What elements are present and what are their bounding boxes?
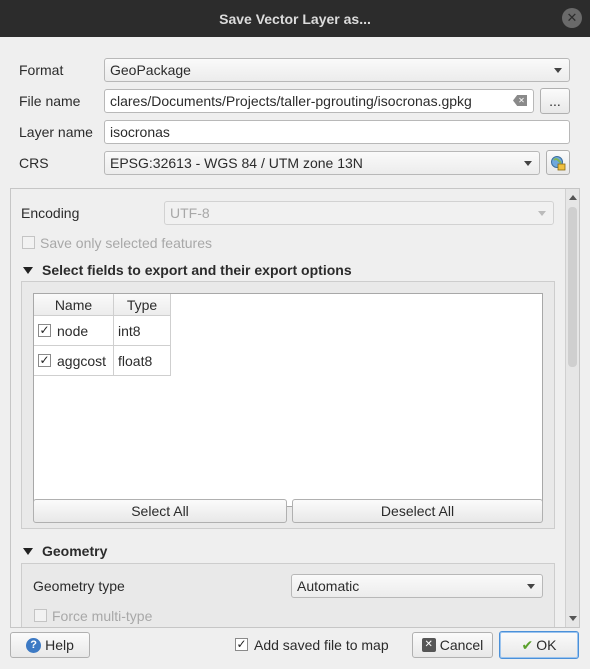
vertical-scrollbar[interactable]: [565, 189, 579, 627]
filename-label: File name: [19, 93, 81, 109]
deselect-all-button[interactable]: Deselect All: [292, 499, 543, 523]
force-multi-checkbox[interactable]: [34, 609, 47, 622]
help-icon: ?: [26, 637, 42, 653]
globe-icon: [551, 155, 566, 170]
geometry-section-title: Geometry: [42, 543, 108, 559]
scroll-down-icon[interactable]: [569, 616, 577, 621]
field-type: float8: [114, 346, 171, 376]
ok-label: OK: [536, 637, 557, 653]
select-all-button[interactable]: Select All: [33, 499, 287, 523]
filename-input[interactable]: clares/Documents/Projects/taller-pgrouti…: [104, 89, 534, 113]
ok-button[interactable]: ✔ OK: [499, 631, 579, 659]
close-icon[interactable]: ✕: [562, 8, 582, 28]
field-type: int8: [114, 316, 171, 346]
collapse-icon[interactable]: [23, 548, 33, 555]
fields-table[interactable]: Name Type ✓ node int8 ✓ aggcost float8: [33, 293, 543, 507]
field-checkbox-aggcost[interactable]: ✓: [38, 354, 51, 367]
cancel-button[interactable]: ✕ Cancel: [412, 632, 493, 658]
layername-label: Layer name: [19, 124, 93, 140]
save-selected-label: Save only selected features: [40, 235, 212, 251]
collapse-icon[interactable]: [23, 267, 33, 274]
cancel-label: Cancel: [439, 637, 484, 653]
layername-value: isocronas: [110, 124, 170, 140]
column-header-name[interactable]: Name: [34, 294, 114, 316]
window-title: Save Vector Layer as...: [219, 10, 371, 27]
format-select[interactable]: GeoPackage: [104, 58, 570, 82]
force-multi-label: Force multi-type: [52, 608, 153, 624]
table-row[interactable]: ✓ aggcost: [34, 346, 114, 376]
select-all-label: Select All: [131, 503, 189, 519]
crs-value: EPSG:32613 - WGS 84 / UTM zone 13N: [110, 155, 363, 171]
field-name: aggcost: [57, 353, 107, 369]
geometry-type-value: Automatic: [297, 578, 360, 594]
help-button[interactable]: ? Help: [10, 632, 90, 658]
column-header-type[interactable]: Type: [114, 294, 171, 316]
title-bar: Save Vector Layer as... ✕: [0, 0, 590, 37]
field-name: node: [57, 323, 89, 339]
add-saved-label: Add saved file to map: [254, 637, 389, 653]
fields-section-title: Select fields to export and their export…: [42, 262, 352, 278]
format-value: GeoPackage: [110, 62, 191, 78]
crs-label: CRS: [19, 155, 49, 171]
geometry-type-select[interactable]: Automatic: [291, 574, 543, 598]
help-label: Help: [45, 637, 74, 653]
encoding-label: Encoding: [21, 205, 80, 221]
field-checkbox-node[interactable]: ✓: [38, 324, 51, 337]
add-saved-checkbox[interactable]: ✓: [235, 638, 248, 651]
chevron-down-icon: [524, 161, 532, 166]
options-panel[interactable]: Encoding UTF-8 Save only selected featur…: [10, 188, 580, 628]
browse-label: ...: [549, 93, 561, 109]
save-selected-checkbox[interactable]: [22, 236, 35, 249]
scroll-up-icon[interactable]: [569, 195, 577, 200]
chevron-down-icon: [554, 68, 562, 73]
layername-input[interactable]: isocronas: [104, 120, 570, 144]
checkmark-icon: ✔: [521, 636, 534, 653]
format-label: Format: [19, 62, 64, 78]
crs-selector-button[interactable]: [546, 150, 570, 175]
cancel-icon: ✕: [421, 638, 436, 652]
browse-button[interactable]: ...: [540, 88, 570, 114]
encoding-select[interactable]: UTF-8: [164, 201, 554, 225]
table-row[interactable]: ✓ node: [34, 316, 114, 346]
chevron-down-icon: [538, 211, 546, 216]
encoding-value: UTF-8: [170, 205, 210, 221]
geometry-type-label: Geometry type: [33, 578, 125, 594]
chevron-down-icon: [527, 584, 535, 589]
scrollbar-thumb[interactable]: [568, 207, 577, 367]
filename-value: clares/Documents/Projects/taller-pgrouti…: [110, 93, 472, 109]
deselect-all-label: Deselect All: [380, 503, 455, 519]
crs-select[interactable]: EPSG:32613 - WGS 84 / UTM zone 13N: [104, 151, 540, 175]
